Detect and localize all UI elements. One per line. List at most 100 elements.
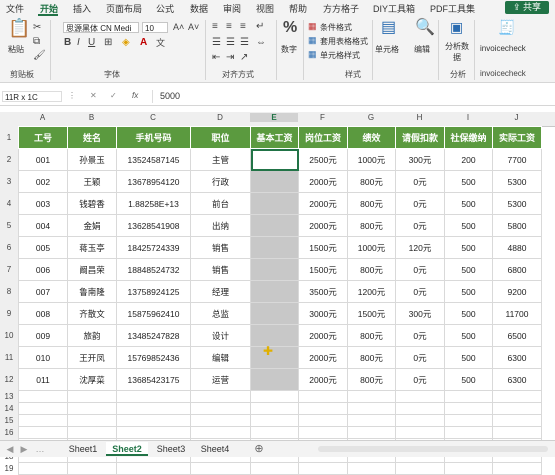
empty-cell[interactable] <box>395 414 445 427</box>
table-cell[interactable]: 006 <box>18 258 68 281</box>
table-cell[interactable]: 王开凤 <box>67 346 117 369</box>
header-cell[interactable]: 职位 <box>190 126 251 149</box>
table-cell[interactable]: 0元 <box>395 368 445 391</box>
table-cell[interactable]: 沈厚菜 <box>67 368 117 391</box>
paste-icon[interactable]: 📋 <box>8 19 30 37</box>
table-cell[interactable]: 500 <box>444 192 493 215</box>
name-box-dropdown-icon[interactable]: ⋮ <box>68 91 76 100</box>
empty-cell[interactable] <box>444 426 493 439</box>
col-header-b[interactable]: B <box>67 113 116 122</box>
row-header[interactable]: 13 <box>0 391 18 403</box>
table-cell[interactable]: 4880 <box>492 236 542 259</box>
table-cell[interactable]: 500 <box>444 236 493 259</box>
italic-icon[interactable]: I <box>77 37 80 49</box>
table-cell[interactable]: 800元 <box>347 214 396 237</box>
header-cell[interactable]: 社保缴纳 <box>444 126 493 149</box>
conditional-format-button[interactable]: 条件格式 <box>320 22 352 33</box>
table-cell[interactable]: 蒋玉亭 <box>67 236 117 259</box>
table-cell[interactable]: 200 <box>444 148 493 171</box>
table-cell[interactable]: 3000元 <box>298 302 348 325</box>
row-header[interactable]: 3 <box>0 171 18 193</box>
row-header[interactable]: 1 <box>0 127 18 149</box>
table-cell[interactable]: 0元 <box>395 346 445 369</box>
table-cell[interactable]: 旅韵 <box>67 324 117 347</box>
header-cell[interactable]: 手机号码 <box>116 126 191 149</box>
table-cell[interactable]: 5300 <box>492 170 542 193</box>
table-cell[interactable]: 11700 <box>492 302 542 325</box>
table-cell[interactable]: 运营 <box>190 368 251 391</box>
row-header[interactable]: 15 <box>0 415 18 427</box>
table-cell[interactable]: 011 <box>18 368 68 391</box>
col-header-e[interactable]: E <box>250 113 298 122</box>
header-cell[interactable]: 姓名 <box>67 126 117 149</box>
paste-label[interactable]: 粘贴 <box>8 44 24 55</box>
empty-cell[interactable] <box>347 414 396 427</box>
empty-cell[interactable] <box>18 426 68 439</box>
align-center-icon[interactable]: ☰ <box>226 37 235 49</box>
merge-cells-icon[interactable]: ⇔ <box>256 37 266 49</box>
header-cell[interactable]: 请假扣款 <box>395 126 445 149</box>
empty-cell[interactable] <box>190 402 251 415</box>
decrease-font-icon[interactable]: A˅ <box>188 21 199 33</box>
table-cell[interactable]: 009 <box>18 324 68 347</box>
table-cell[interactable]: 设计 <box>190 324 251 347</box>
row-header[interactable]: 6 <box>0 237 18 259</box>
salary-cell[interactable] <box>250 258 299 281</box>
empty-cell[interactable] <box>250 462 299 475</box>
table-cell[interactable]: 002 <box>18 170 68 193</box>
font-name-select[interactable]: 思源黑体 CN Medi <box>63 22 139 33</box>
row-header[interactable]: 12 <box>0 369 18 391</box>
table-cell[interactable]: 9200 <box>492 280 542 303</box>
format-painter-icon[interactable]: 🖌 <box>33 50 46 62</box>
table-cell[interactable]: 1000元 <box>347 148 396 171</box>
align-middle-icon[interactable]: ≡ <box>226 21 232 33</box>
table-cell[interactable]: 500 <box>444 302 493 325</box>
row-header[interactable]: 11 <box>0 347 18 369</box>
salary-cell[interactable] <box>250 192 299 215</box>
table-cell[interactable]: 13485247828 <box>116 324 191 347</box>
empty-cell[interactable] <box>190 462 251 475</box>
edit-button[interactable]: 编辑 <box>414 44 430 55</box>
table-cell[interactable]: 编辑 <box>190 346 251 369</box>
conditional-format-icon[interactable]: ▦ <box>308 20 317 32</box>
table-cell[interactable]: 6300 <box>492 346 542 369</box>
empty-cell[interactable] <box>492 402 542 415</box>
empty-cell[interactable] <box>116 426 191 439</box>
more-sheets-icon[interactable]: … <box>34 442 46 456</box>
col-header-f[interactable]: F <box>298 113 347 122</box>
cell-style-icon[interactable]: ▦ <box>308 48 317 60</box>
salary-cell[interactable] <box>250 368 299 391</box>
cancel-icon[interactable]: ✕ <box>90 91 97 100</box>
number-format-label[interactable]: 数字 <box>281 44 297 55</box>
increase-font-icon[interactable]: A˄ <box>173 21 184 33</box>
table-cell[interactable]: 7700 <box>492 148 542 171</box>
table-cell[interactable]: 500 <box>444 170 493 193</box>
salary-cell[interactable] <box>250 280 299 303</box>
table-cell[interactable]: 2000元 <box>298 214 348 237</box>
empty-cell[interactable] <box>347 426 396 439</box>
empty-cell[interactable] <box>347 402 396 415</box>
function-icon[interactable]: fx <box>132 91 138 100</box>
table-cell[interactable]: 800元 <box>347 258 396 281</box>
menu-formulas[interactable]: 公式 <box>156 2 174 15</box>
empty-cell[interactable] <box>116 402 191 415</box>
table-cell[interactable]: 15769852436 <box>116 346 191 369</box>
empty-cell[interactable] <box>395 390 445 403</box>
table-cell[interactable]: 800元 <box>347 324 396 347</box>
table-cell[interactable]: 2000元 <box>298 170 348 193</box>
salary-cell[interactable] <box>250 214 299 237</box>
name-box[interactable]: 11R x 1C <box>2 91 62 102</box>
header-cell[interactable]: 实际工资 <box>492 126 542 149</box>
empty-cell[interactable] <box>444 414 493 427</box>
table-cell[interactable]: 18425724339 <box>116 236 191 259</box>
table-cell[interactable]: 1000元 <box>347 236 396 259</box>
col-header-a[interactable]: A <box>18 113 67 122</box>
table-cell[interactable]: 5800 <box>492 214 542 237</box>
table-cell[interactable]: 0元 <box>395 280 445 303</box>
table-cell[interactable]: 005 <box>18 236 68 259</box>
header-cell[interactable]: 绩效 <box>347 126 396 149</box>
table-cell[interactable]: 18848524732 <box>116 258 191 281</box>
phonetic-icon[interactable]: 文 <box>156 37 165 49</box>
row-header[interactable]: 16 <box>0 427 18 439</box>
table-cell[interactable]: 0元 <box>395 324 445 347</box>
